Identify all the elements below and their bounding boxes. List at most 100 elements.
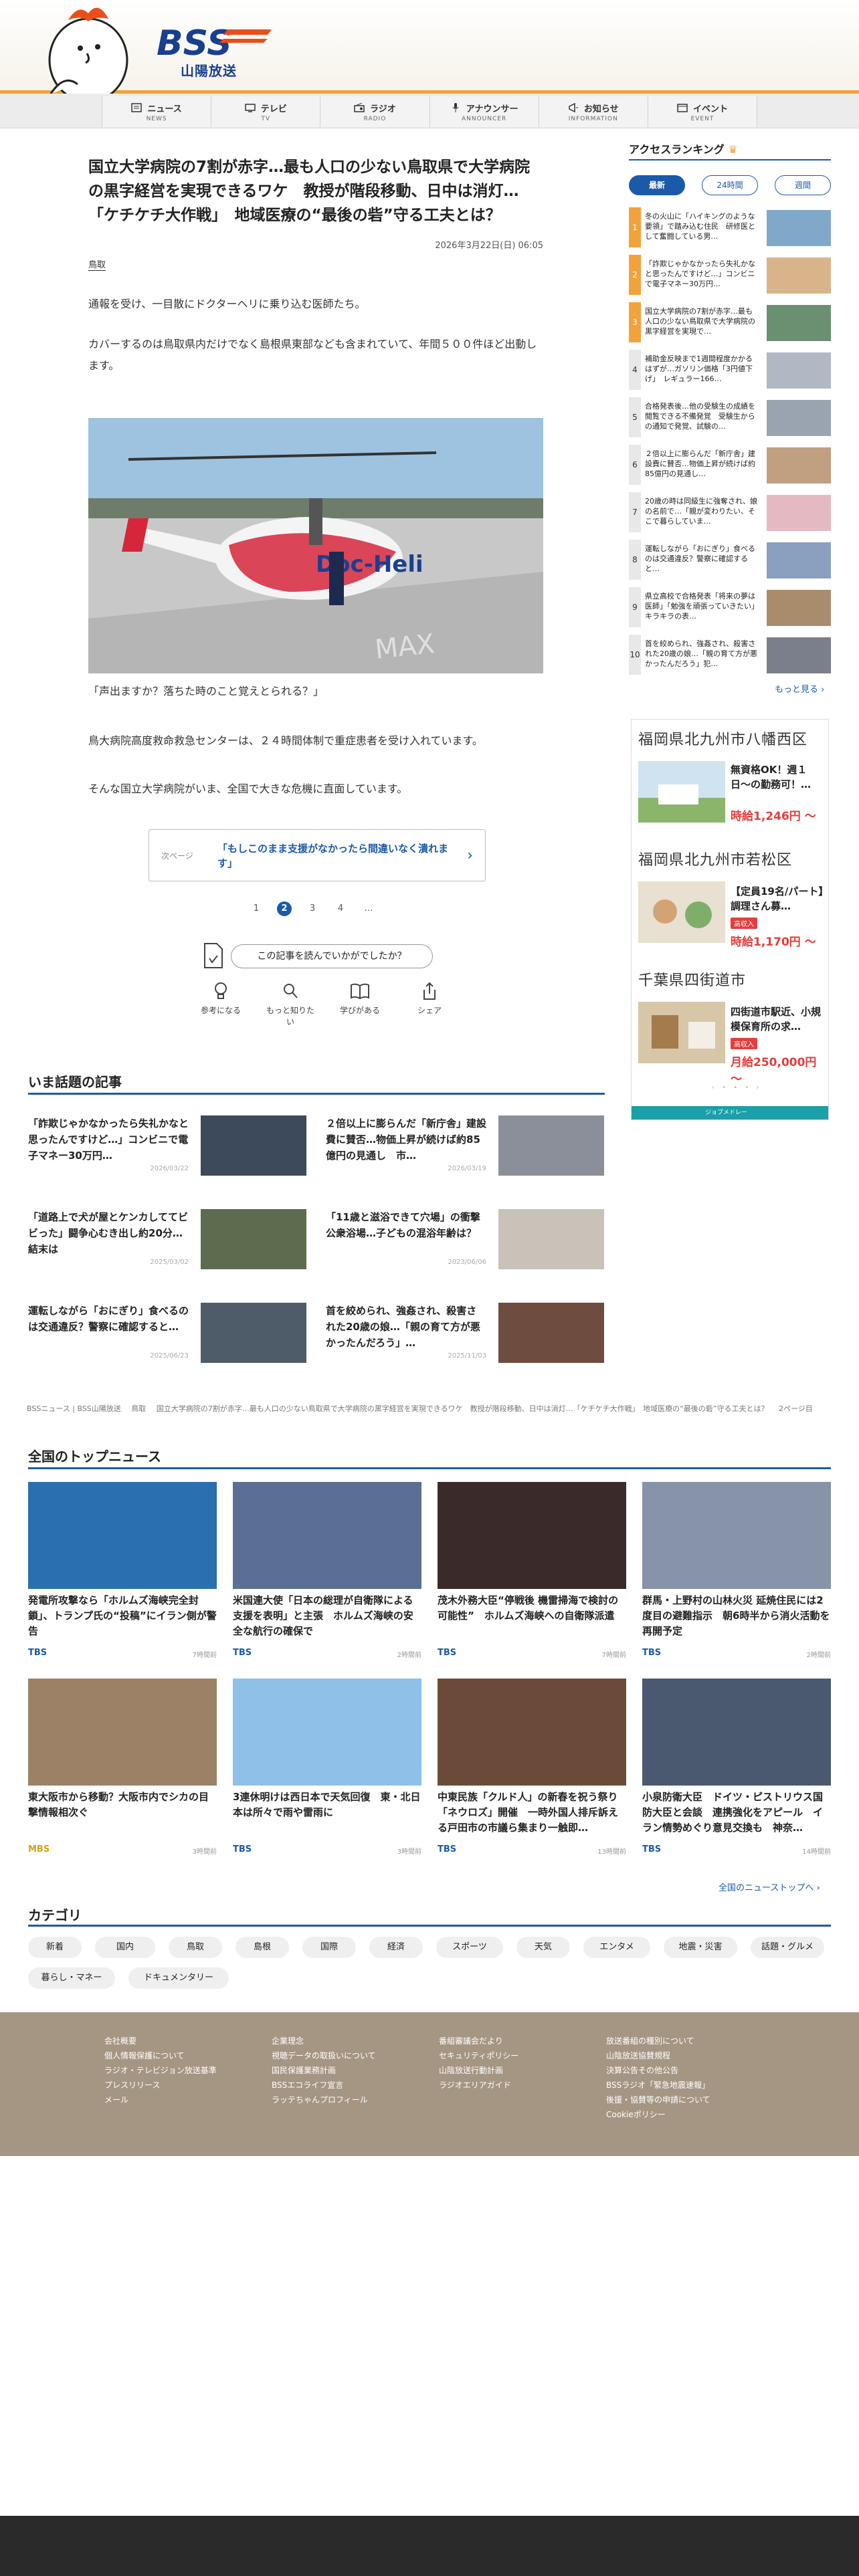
footer-link[interactable]: 決算公告その他公告 [606, 2063, 793, 2078]
footer-link[interactable]: 視聴データの取扱いについて [272, 2048, 459, 2063]
topic-item[interactable]: 「道路上で犬が屋とケンカしててビビった」闘争心むき出し約20分…結末は 2025/… [28, 1209, 306, 1271]
ranking-tab-weekly[interactable]: 週間 [775, 175, 831, 195]
ranking-item[interactable]: 2 「詐欺じゃかなかったら失礼かなと思ったんですけど…」コンビニで電子マネー30万… [629, 255, 831, 295]
ranking-item[interactable]: 8 運転しながら「おにぎり」食べるのは交通違反？警察に確認すると… [629, 540, 831, 580]
footer-link[interactable]: 放送番組の種別について [606, 2034, 793, 2048]
share-button[interactable]: シェア [403, 982, 456, 1027]
category-pill[interactable]: 話題・グルメ [751, 1937, 824, 1958]
category-pill[interactable]: エンタメ [583, 1937, 650, 1958]
page-link-current[interactable]: 2 [277, 901, 292, 916]
topic-item[interactable]: ２倍以上に膨らんだ「新庁舎」建設費に賛否…物価上昇が続けば約85億円の見通し 市… [326, 1115, 604, 1177]
reaction-helpful-button[interactable]: 参考になる [194, 982, 248, 1027]
ranking-item[interactable]: 6 ２倍以上に膨らんだ「新庁舎」建設費に賛否…物価上昇が続けば約85億円の見通し… [629, 445, 831, 485]
footer-link[interactable]: 番組審議会だより [439, 2034, 626, 2048]
category-pill[interactable]: 島根 [235, 1937, 289, 1958]
page-link[interactable]: 3 [305, 901, 320, 916]
breadcrumb-page: 2ページ目 [778, 1404, 813, 1413]
breadcrumb-category[interactable]: 鳥取 [131, 1404, 146, 1413]
national-news-item[interactable]: 米国連大使「日本の総理が自衛隊による支援を表明」と主張 ホルムズ海峡の安全な航行… [233, 1482, 421, 1661]
breadcrumb-home[interactable]: BSSニュース | BSS山陽放送 [27, 1404, 121, 1413]
nav-event-sub: EVENT [690, 115, 714, 122]
footer-link[interactable]: ラジオ・テレビジョン放送基準 [104, 2063, 292, 2078]
footer-link[interactable]: プレスリリース [104, 2078, 292, 2092]
category-pill[interactable]: 地震・災害 [664, 1937, 737, 1958]
topic-item[interactable]: 「11歳と滋浴できて穴場」の衝撃 公衆浴場…子どもの混浴年齢は？ 2023/06/… [326, 1209, 604, 1271]
category-pill[interactable]: 暮らし・マネー [28, 1967, 115, 1989]
ranking-item[interactable]: 10 首を絞められ、強姦され、殺害された20歳の娘…「親の育て方が悪かったんだろう… [629, 635, 831, 675]
national-news-item[interactable]: 群馬・上野村の山林火災 延焼住民には2度目の避難指示 朝6時半から消火活動を再開… [642, 1482, 831, 1661]
footer-link[interactable]: BSSラジオ「緊急地震速報」 [606, 2078, 793, 2092]
nav-information[interactable]: お知らせ INFORMATION [538, 96, 648, 127]
national-news-item[interactable]: 茂木外務大臣“停戦後 機雷掃海で検討の可能性” ホルムズ海峡への自衛隊派遣 TBS… [438, 1482, 626, 1661]
ranking-title: 国立大学病院の7割が赤字…最も人口の少ない鳥取県で大学病院の黒字経営を実現で… [645, 307, 755, 336]
ranking-title: ２倍以上に膨らんだ「新庁舎」建設費に賛否…物価上昇が続けば約85億円の見通し… [645, 449, 755, 478]
category-pill[interactable]: 新着 [28, 1937, 82, 1958]
ranking-item[interactable]: 3 国立大学病院の7割が赤字…最も人口の少ない鳥取県で大学病院の黒字経営を実現で… [629, 302, 831, 342]
footer-link[interactable]: 企業理念 [272, 2034, 459, 2048]
ranking-number: 10 [629, 635, 641, 675]
article-title: 国立大学病院の7割が赤字…最も人口の少ない鳥取県で大学病院の黒字経営を実現できる… [88, 158, 531, 224]
ranking-item[interactable]: 7 20歳の時は同級生に強奪され、娘の名前で…「親が変わりたい、そこで暮らしていま… [629, 492, 831, 532]
nav-news[interactable]: ニュース NEWS [102, 96, 211, 127]
category-pill[interactable]: ドキュメンタリー [128, 1967, 229, 1989]
footer-link[interactable]: セキュリティポリシー [439, 2048, 626, 2063]
ranking-item[interactable]: 9 県立高校で合格発表「将来の夢は医師」「勉強を頑張っていきたい」キラキラの表… [629, 587, 831, 627]
feedback-prompt-button[interactable]: この記事を読んでいかがでしたか？ [204, 943, 433, 968]
national-news-item[interactable]: 東大阪市から移動？大阪市内でシカの目撃情報相次ぐ MBS 3時間前 [28, 1679, 217, 1858]
category-pill[interactable]: 鳥取 [169, 1937, 222, 1958]
reaction-learn-button[interactable]: 学びがある [333, 982, 387, 1027]
reaction-more-button[interactable]: もっと知りたい [264, 982, 317, 1027]
national-news-item[interactable]: 3連休明けは西日本で天気回復 東・北日本は所々で雨や雷雨に TBS 3時間前 [233, 1679, 421, 1858]
ranking-tab-latest[interactable]: 最新 [629, 175, 685, 195]
ranking-more-link[interactable]: もっと見る › [775, 682, 824, 695]
topic-title: 運転しながら「おにぎり」食べるのは交通違反？警察に確認すると… [28, 1305, 189, 1333]
mascot-logo[interactable] [41, 0, 135, 94]
footer-link[interactable]: メール [104, 2092, 292, 2107]
nav-event[interactable]: イベント EVENT [647, 96, 758, 127]
footer-link[interactable]: ラジオエリアガイド [439, 2078, 626, 2092]
topic-thumbnail [498, 1115, 604, 1176]
news-title: 3連休明けは西日本で天気回復 東・北日本は所々で雨や雷雨に [233, 1791, 421, 1818]
topic-item[interactable]: 「詐欺じゃかなかったら失礼かなと思ったんですけど…」コンビニで電子マネー30万円… [28, 1115, 306, 1177]
category-pill[interactable]: 天気 [516, 1937, 570, 1958]
article-category[interactable]: 鳥取 [88, 257, 106, 271]
ranking-item[interactable]: 1 冬の火山に「ハイキングのような要領」で踏み込む住民 研修医として奮闘している男… [629, 207, 831, 247]
national-news-item[interactable]: 中東民族「クルド人」の新春を祝う祭り「ネウロズ」開催 一時外国人排斥訴える戸田市… [438, 1679, 626, 1858]
national-news-item[interactable]: 小泉防衛大臣 ドイツ・ピストリウス国防大臣と会談 連携強化をアピール イラン情勢… [642, 1679, 831, 1858]
topic-item[interactable]: 首を絞められ、強姦され、殺害された20歳の娘…「親の育て方が悪かったんだろう」…… [326, 1303, 604, 1364]
page-link[interactable]: 1 [249, 901, 264, 916]
footer-link[interactable]: Cookieポリシー [606, 2107, 793, 2122]
news-source: MBS [28, 1844, 50, 1854]
ranking-tab-24h[interactable]: 24時間 [702, 175, 758, 195]
topic-thumbnail [201, 1209, 306, 1269]
nav-announcer[interactable]: アナウンサー ANNOUNCER [429, 96, 539, 127]
topic-thumbnail [201, 1115, 306, 1176]
category-pill[interactable]: 経済 [369, 1937, 423, 1958]
ranking-item[interactable]: 5 合格発表後…他の受験生の成績を閲覧できる不備発覚 受験生からの通知で発覚、試験… [629, 397, 831, 437]
nav-radio[interactable]: ラジオ RADIO [320, 96, 430, 127]
footer-column: 番組審議会だより セキュリティポリシー 山陰放送行動計画 ラジオエリアガイド [439, 2034, 626, 2092]
footer-link[interactable]: ラッテちゃんプロフィール [272, 2092, 459, 2107]
page-link[interactable]: 4 [333, 901, 348, 916]
footer-link[interactable]: 山陰放送協賛規程 [606, 2048, 793, 2063]
ranking-item[interactable]: 4 補助金反映まで1週間程度かかるはずが…ガソリン価格「3円値下げ」 レギュラー1… [629, 350, 831, 390]
footer-link[interactable]: 会社概要 [104, 2034, 292, 2048]
topic-item[interactable]: 運転しながら「おにぎり」食べるのは交通違反？警察に確認すると… 2025/06/2… [28, 1303, 306, 1364]
category-pill[interactable]: スポーツ [436, 1937, 503, 1958]
footer-link[interactable]: 国民保護業務計画 [272, 2063, 459, 2078]
footer-link[interactable]: 個人情報保護について [104, 2048, 292, 2063]
category-pill[interactable]: 国際 [302, 1937, 356, 1958]
footer-link[interactable]: BSSエコライフ宣言 [272, 2078, 459, 2092]
footer-link[interactable]: 後援・協賛等の申請について [606, 2092, 793, 2107]
ad-carousel-dots[interactable]: ‹ • • • › [712, 1084, 761, 1091]
national-news-more-link[interactable]: 全国のニューストップへ › [719, 1881, 820, 1893]
job-ad[interactable]: 福岡県北九州市八幡西区 無資格OK！週１日〜の勤務可！… 時給1,246円 〜 … [631, 719, 829, 1120]
national-news-item[interactable]: 発電所攻撃なら「ホルムズ海峡完全封鎖」、トランプ氏の“投稿”にイラン側が警告 TB… [28, 1482, 217, 1661]
ranking-title: 冬の火山に「ハイキングのような要領」で踏み込む住民 研修医として奮闘している男… [645, 212, 755, 241]
breadcrumb-article[interactable]: 国立大学病院の7割が赤字…最も人口の少ない鳥取県で大学病院の黒字経営を実現できる… [157, 1404, 769, 1413]
category-pill[interactable]: 国内 [95, 1937, 155, 1958]
footer-link[interactable]: 山陰放送行動計画 [439, 2063, 626, 2078]
next-page-link[interactable]: 次ページ 「もしこのまま支援がなかったら間違いなく潰れます」 › [149, 829, 486, 881]
nav-tv[interactable]: テレビ TV [211, 96, 320, 127]
topic-title: 首を絞められ、強姦され、殺害された20歳の娘…「親の育て方が悪かったんだろう」… [326, 1305, 480, 1349]
